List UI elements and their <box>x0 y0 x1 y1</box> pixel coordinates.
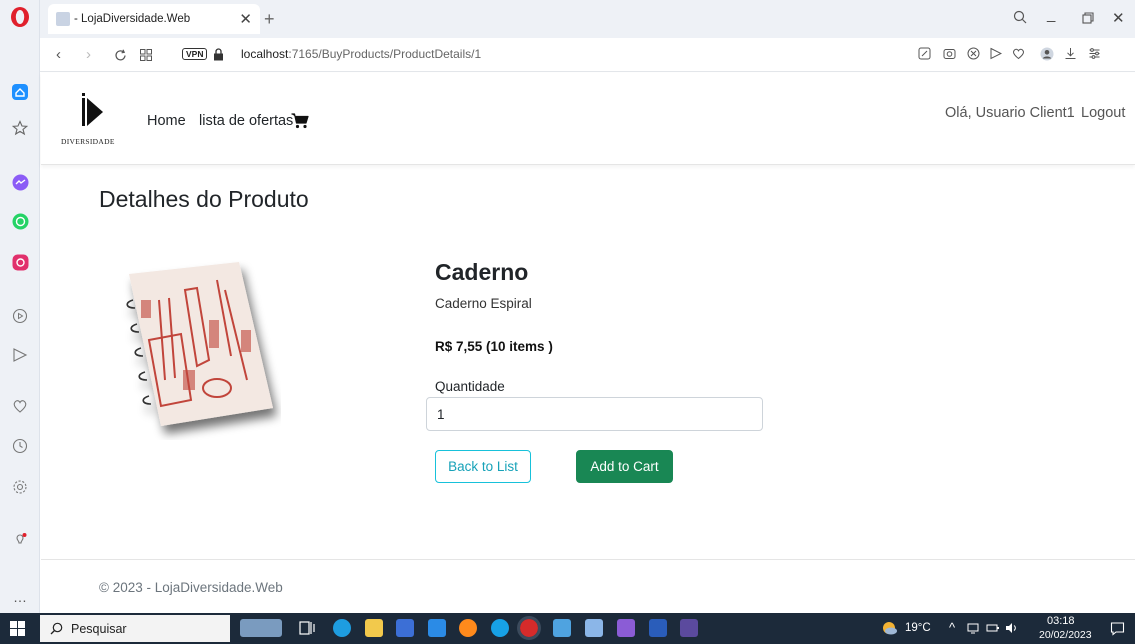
weather-icon[interactable] <box>880 619 898 637</box>
url-host: localhost <box>241 47 289 61</box>
logout-link[interactable]: Logout <box>1081 105 1125 121</box>
heart-icon[interactable] <box>8 394 32 418</box>
edge-icon[interactable] <box>333 619 351 637</box>
search-icon <box>50 622 63 635</box>
more-icon[interactable]: … <box>8 585 32 609</box>
adblock-icon[interactable] <box>967 47 980 60</box>
photos-icon[interactable] <box>553 619 571 637</box>
site-footer: © 2023 - LojaDiversidade.Web <box>41 559 1135 613</box>
search-highlight-icon[interactable] <box>240 619 282 637</box>
forward-icon[interactable]: › <box>86 46 91 63</box>
windows-start-icon[interactable] <box>10 621 25 636</box>
browser-sidebar: … <box>0 0 40 613</box>
camera-icon[interactable] <box>943 47 956 60</box>
quantity-label: Quantidade <box>435 379 505 394</box>
clock-date[interactable]: 20/02/2023 <box>1039 629 1092 641</box>
back-to-list-button[interactable]: Back to List <box>435 450 531 483</box>
close-window-icon[interactable]: ✕ <box>1112 9 1125 27</box>
download-icon[interactable] <box>1064 47 1077 60</box>
firefox-icon[interactable] <box>459 619 477 637</box>
notification-icon[interactable] <box>1110 621 1125 636</box>
notes-icon[interactable] <box>585 619 603 637</box>
history-icon[interactable] <box>8 434 32 458</box>
url-field[interactable]: localhost:7165/BuyProducts/ProductDetail… <box>241 47 481 61</box>
volume-icon[interactable] <box>1005 621 1019 635</box>
vpn-badge[interactable]: VPN <box>182 48 208 60</box>
restore-icon[interactable] <box>1082 12 1094 24</box>
page-title: Detalhes do Produto <box>99 186 309 212</box>
bookmark-heart-icon[interactable] <box>1012 47 1025 60</box>
new-tab-icon[interactable]: + <box>264 9 275 30</box>
lock-icon[interactable] <box>213 48 224 61</box>
messenger-icon[interactable] <box>8 170 32 194</box>
tray-chevron-icon[interactable]: ^ <box>949 620 955 635</box>
minimize-icon[interactable]: _ <box>1047 6 1055 23</box>
reload-icon[interactable] <box>114 49 127 62</box>
site-navbar: DIVERSIDADE Home lista de ofertas Olá, U… <box>41 73 1135 165</box>
task-view-icon[interactable] <box>298 619 316 637</box>
profile-avatar-icon[interactable] <box>1040 47 1054 61</box>
cart-icon[interactable] <box>291 113 309 129</box>
tips-icon[interactable] <box>8 528 32 552</box>
product-price: R$ 7,55 (10 items ) <box>435 339 553 354</box>
instagram-icon[interactable] <box>8 250 32 274</box>
taskbar-search-box[interactable]: Pesquisar <box>40 615 230 642</box>
store-icon[interactable] <box>396 619 414 637</box>
user-greeting-link[interactable]: Olá, Usuario Client1 <box>945 105 1075 121</box>
flow-send-icon[interactable] <box>990 47 1002 60</box>
speed-dial-icon[interactable] <box>140 49 152 61</box>
mail-icon[interactable] <box>428 619 446 637</box>
network-icon[interactable] <box>966 621 980 635</box>
site-logo[interactable]: DIVERSIDADE <box>61 91 121 149</box>
weather-temp[interactable]: 19°C <box>905 622 931 634</box>
search-placeholder: Pesquisar <box>71 621 127 636</box>
snapshot-edit-icon[interactable] <box>918 47 931 60</box>
settings-icon[interactable] <box>8 475 32 499</box>
send-icon[interactable] <box>8 343 32 367</box>
nav-offers-link[interactable]: lista de ofertas <box>199 113 293 129</box>
footer-copyright: © 2023 - LojaDiversidade.Web <box>99 580 283 595</box>
product-image <box>126 262 273 426</box>
product-name: Caderno <box>435 259 529 285</box>
back-icon[interactable]: ‹ <box>56 46 61 63</box>
home-icon[interactable] <box>8 80 32 104</box>
battery-icon[interactable] <box>986 621 1000 635</box>
taskbar: Pesquisar 19°C ^ 03:18 20/02/2023 <box>0 613 1135 644</box>
browser-tab[interactable]: - LojaDiversidade.Web ✕ <box>48 4 260 34</box>
web-page: DIVERSIDADE Home lista de ofertas Olá, U… <box>41 73 1135 613</box>
star-icon[interactable] <box>8 116 32 140</box>
add-to-cart-button[interactable]: Add to Cart <box>576 450 673 483</box>
cortana-icon[interactable] <box>491 619 509 637</box>
tab-bar: - LojaDiversidade.Web ✕ + _ ✕ <box>40 0 1135 38</box>
easy-setup-icon[interactable] <box>1088 47 1101 60</box>
whatsapp-icon[interactable] <box>8 209 32 233</box>
tab-title: - LojaDiversidade.Web <box>74 13 191 25</box>
quantity-input[interactable] <box>426 397 763 431</box>
close-tab-icon[interactable]: ✕ <box>239 10 252 28</box>
diversidade-logo-icon <box>82 93 103 126</box>
address-bar: ‹ › VPN localhost:7165/BuyProducts/Produ… <box>40 38 1135 72</box>
player-icon[interactable] <box>8 304 32 328</box>
opera-taskbar-icon[interactable] <box>517 616 541 640</box>
visual-studio-icon[interactable] <box>617 619 635 637</box>
opera-logo-icon[interactable] <box>9 6 31 28</box>
terminal-icon[interactable] <box>680 619 698 637</box>
url-path: :7165/BuyProducts/ProductDetails/1 <box>288 47 482 61</box>
word-icon[interactable] <box>649 619 667 637</box>
file-explorer-icon[interactable] <box>365 619 383 637</box>
product-description: Caderno Espiral <box>435 296 532 311</box>
search-tabs-icon[interactable] <box>1013 10 1027 24</box>
page-favicon-icon <box>56 12 70 26</box>
logo-text: DIVERSIDADE <box>61 137 115 146</box>
nav-home-link[interactable]: Home <box>147 113 186 129</box>
clock-time[interactable]: 03:18 <box>1047 615 1075 627</box>
